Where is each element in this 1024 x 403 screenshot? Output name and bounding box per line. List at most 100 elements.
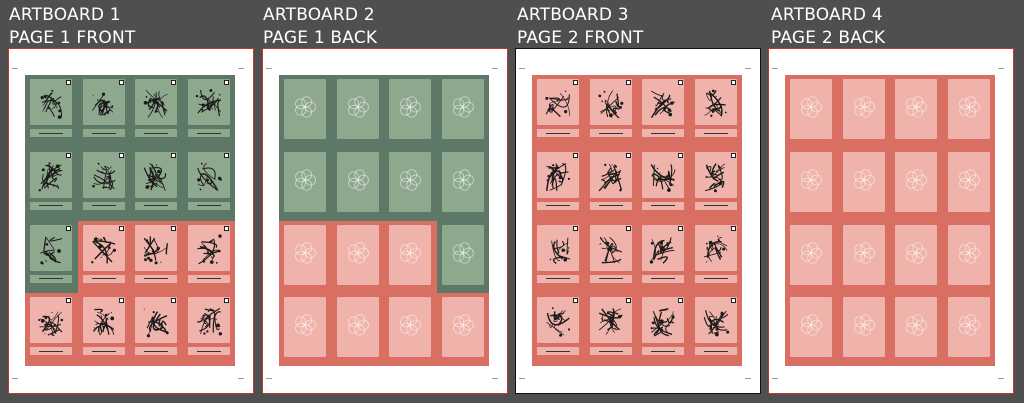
card-cell[interactable] <box>689 293 742 366</box>
card-cell[interactable] <box>637 75 690 148</box>
card-front[interactable] <box>30 79 72 125</box>
card-front[interactable] <box>537 151 579 198</box>
card-cell[interactable] <box>130 220 183 294</box>
card-front[interactable] <box>187 151 230 198</box>
card-front[interactable] <box>30 297 72 344</box>
card-cell[interactable] <box>637 147 690 221</box>
card-front[interactable] <box>30 151 72 198</box>
card-cell[interactable] <box>25 293 78 366</box>
card-back[interactable] <box>284 79 326 139</box>
card-front[interactable] <box>82 151 125 198</box>
card-cell[interactable] <box>25 75 78 148</box>
card-back[interactable] <box>842 79 885 139</box>
card-cell[interactable] <box>130 147 183 221</box>
card-back[interactable] <box>895 224 937 285</box>
card-front[interactable] <box>537 297 579 344</box>
card-front[interactable] <box>82 79 125 125</box>
artboard-1[interactable] <box>8 48 254 394</box>
card-cell[interactable] <box>25 220 78 294</box>
card-front[interactable] <box>642 224 684 271</box>
card-back[interactable] <box>389 297 431 358</box>
card-cell[interactable] <box>279 75 332 148</box>
card-back[interactable] <box>336 151 379 212</box>
card-cell[interactable] <box>436 75 489 148</box>
card-front[interactable] <box>135 79 177 125</box>
artboard-3[interactable] <box>515 48 761 394</box>
card-cell[interactable] <box>279 220 332 294</box>
artboard-2[interactable] <box>262 48 508 394</box>
card-front[interactable] <box>642 79 684 125</box>
card-front[interactable] <box>135 224 177 271</box>
card-back[interactable] <box>790 79 832 139</box>
card-cell[interactable] <box>837 147 890 221</box>
card-cell[interactable] <box>942 147 995 221</box>
card-cell[interactable] <box>182 293 235 366</box>
card-cell[interactable] <box>785 147 838 221</box>
card-cell[interactable] <box>331 75 384 148</box>
card-back[interactable] <box>790 224 832 285</box>
card-cell[interactable] <box>331 293 384 366</box>
card-back[interactable] <box>947 79 990 139</box>
card-cell[interactable] <box>182 147 235 221</box>
card-back[interactable] <box>947 224 990 285</box>
card-back[interactable] <box>842 224 885 285</box>
card-cell[interactable] <box>532 147 585 221</box>
card-back[interactable] <box>895 297 937 358</box>
card-cell[interactable] <box>384 293 437 366</box>
card-cell[interactable] <box>785 293 838 366</box>
card-back[interactable] <box>336 224 379 285</box>
card-cell[interactable] <box>130 75 183 148</box>
card-back[interactable] <box>441 151 484 212</box>
card-back[interactable] <box>842 297 885 358</box>
card-front[interactable] <box>694 224 737 271</box>
card-cell[interactable] <box>279 147 332 221</box>
card-cell[interactable] <box>436 220 489 294</box>
card-front[interactable] <box>694 151 737 198</box>
card-back[interactable] <box>441 79 484 139</box>
card-cell[interactable] <box>689 220 742 294</box>
card-cell[interactable] <box>130 293 183 366</box>
card-cell[interactable] <box>384 147 437 221</box>
card-cell[interactable] <box>689 147 742 221</box>
card-front[interactable] <box>589 224 632 271</box>
card-front[interactable] <box>135 151 177 198</box>
artboard-4[interactable] <box>768 48 1014 394</box>
card-cell[interactable] <box>942 293 995 366</box>
card-cell[interactable] <box>890 293 943 366</box>
card-back[interactable] <box>441 297 484 358</box>
card-front[interactable] <box>589 79 632 125</box>
card-cell[interactable] <box>532 293 585 366</box>
card-cell[interactable] <box>279 293 332 366</box>
card-cell[interactable] <box>77 75 130 148</box>
card-back[interactable] <box>895 79 937 139</box>
card-cell[interactable] <box>584 75 637 148</box>
card-cell[interactable] <box>384 220 437 294</box>
card-back[interactable] <box>947 151 990 212</box>
card-front[interactable] <box>642 151 684 198</box>
card-cell[interactable] <box>436 147 489 221</box>
card-front[interactable] <box>135 297 177 344</box>
card-front[interactable] <box>537 79 579 125</box>
card-cell[interactable] <box>942 220 995 294</box>
card-cell[interactable] <box>837 75 890 148</box>
card-cell[interactable] <box>890 147 943 221</box>
card-cell[interactable] <box>384 75 437 148</box>
card-back[interactable] <box>336 297 379 358</box>
card-cell[interactable] <box>182 220 235 294</box>
card-back[interactable] <box>441 224 484 285</box>
card-front[interactable] <box>82 297 125 344</box>
card-cell[interactable] <box>637 220 690 294</box>
card-front[interactable] <box>187 79 230 125</box>
card-cell[interactable] <box>25 147 78 221</box>
card-back[interactable] <box>389 224 431 285</box>
card-cell[interactable] <box>331 220 384 294</box>
card-front[interactable] <box>589 297 632 344</box>
card-cell[interactable] <box>532 75 585 148</box>
card-cell[interactable] <box>890 75 943 148</box>
card-front[interactable] <box>642 297 684 344</box>
card-front[interactable] <box>537 224 579 271</box>
card-cell[interactable] <box>785 220 838 294</box>
card-cell[interactable] <box>890 220 943 294</box>
card-cell[interactable] <box>689 75 742 148</box>
card-front[interactable] <box>30 224 72 271</box>
